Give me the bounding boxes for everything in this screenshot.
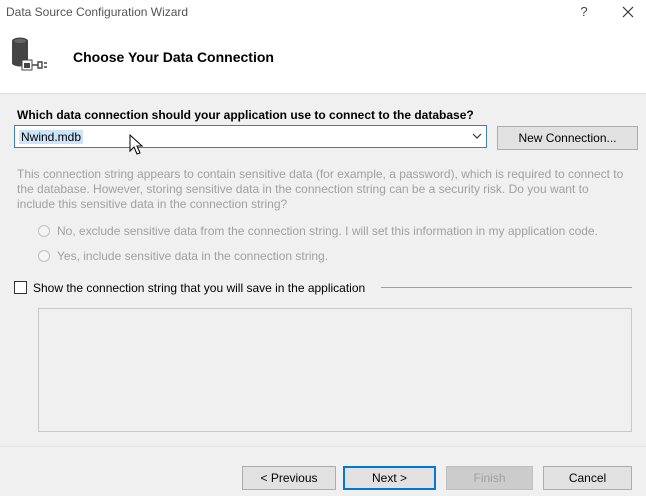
help-button[interactable]: ? bbox=[572, 2, 596, 22]
new-connection-button[interactable]: New Connection... bbox=[497, 126, 638, 150]
divider bbox=[381, 287, 632, 288]
finish-button[interactable]: Finish bbox=[446, 466, 533, 490]
close-icon[interactable] bbox=[616, 2, 640, 22]
sensitive-data-info: This connection string appears to contai… bbox=[17, 167, 624, 211]
connection-string-textbox[interactable] bbox=[38, 308, 632, 432]
exclude-sensitive-radio[interactable] bbox=[38, 225, 50, 237]
include-sensitive-label: Yes, include sensitive data in the conne… bbox=[57, 249, 329, 263]
previous-button[interactable]: < Previous bbox=[242, 466, 336, 490]
footer-divider bbox=[0, 446, 646, 447]
title-bar: Data Source Configuration Wizard ? bbox=[0, 0, 646, 24]
connection-select-value: Nwind.mdb bbox=[19, 130, 84, 144]
wizard-header: Choose Your Data Connection bbox=[0, 24, 646, 94]
cancel-button[interactable]: Cancel bbox=[543, 466, 632, 490]
connection-select[interactable]: Nwind.mdb bbox=[14, 125, 487, 148]
include-sensitive-radio[interactable] bbox=[38, 250, 50, 262]
show-connection-string-label: Show the connection string that you will… bbox=[33, 281, 366, 295]
show-connection-string-checkbox[interactable] bbox=[14, 281, 27, 294]
chevron-down-icon[interactable] bbox=[471, 130, 483, 142]
mouse-cursor-icon bbox=[129, 133, 145, 156]
connection-question-label: Which data connection should your applic… bbox=[17, 108, 474, 122]
database-connection-icon bbox=[8, 35, 52, 75]
next-button[interactable]: Next > bbox=[343, 466, 436, 490]
exclude-sensitive-label: No, exclude sensitive data from the conn… bbox=[57, 224, 598, 238]
page-title: Choose Your Data Connection bbox=[73, 49, 274, 65]
window-title: Data Source Configuration Wizard bbox=[6, 5, 189, 19]
